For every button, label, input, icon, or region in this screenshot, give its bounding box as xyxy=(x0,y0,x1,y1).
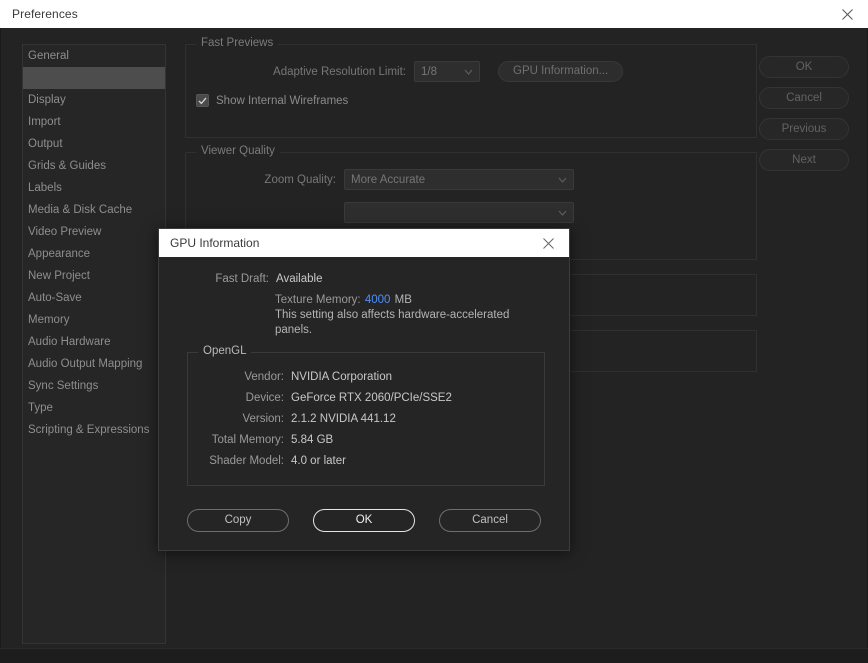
adaptive-resolution-row: Adaptive Resolution Limit: 1/8 GPU Infor… xyxy=(196,61,746,82)
sidebar-item-labels[interactable]: Labels xyxy=(23,177,165,199)
opengl-version-value: 2.1.2 NVIDIA 441.12 xyxy=(291,413,396,425)
obscured-select[interactable] xyxy=(344,202,574,223)
next-button[interactable]: Next xyxy=(759,149,849,171)
opengl-total-memory-value: 5.84 GB xyxy=(291,434,333,446)
opengl-shader-model-row: Shader Model: 4.0 or later xyxy=(188,455,544,467)
close-icon[interactable] xyxy=(533,229,563,257)
chevron-down-icon xyxy=(464,66,473,78)
sidebar-item-sync-settings[interactable]: Sync Settings xyxy=(23,375,165,397)
fast-draft-value: Available xyxy=(276,273,322,285)
gpu-dialog-content: Fast Draft: Available Texture Memory: 40… xyxy=(159,257,569,550)
texture-memory-label: Texture Memory: xyxy=(275,294,361,306)
show-internal-wireframes-row[interactable]: Show Internal Wireframes xyxy=(196,94,746,107)
opengl-version-label: Version: xyxy=(188,413,291,425)
opengl-total-memory-row: Total Memory: 5.84 GB xyxy=(188,434,544,446)
sidebar-item-media-and-disk-cache[interactable]: Media & Disk Cache xyxy=(23,199,165,221)
ok-button[interactable]: OK xyxy=(313,509,415,532)
gpu-information-button[interactable]: GPU Information... xyxy=(498,61,623,82)
sidebar-item-new-project[interactable]: New Project xyxy=(23,265,165,287)
sidebar-item-import[interactable]: Import xyxy=(23,111,165,133)
zoom-quality-select[interactable]: More Accurate xyxy=(344,169,574,190)
group-title-viewer-quality: Viewer Quality xyxy=(196,145,280,157)
sidebar-item-output[interactable]: Output xyxy=(23,133,165,155)
preferences-category-list[interactable]: General Display Import Output Grids & Gu… xyxy=(22,44,166,644)
page-title: Preferences xyxy=(12,7,78,21)
fast-draft-row: Fast Draft: Available xyxy=(173,273,555,285)
sidebar-item-appearance[interactable]: Appearance xyxy=(23,243,165,265)
texture-memory-unit: MB xyxy=(395,294,412,306)
preferences-titlebar: Preferences xyxy=(0,0,868,28)
gpu-dialog-title: GPU Information xyxy=(170,236,259,250)
texture-memory-block: Texture Memory: 4000 MB This setting als… xyxy=(275,294,555,338)
texture-memory-row: Texture Memory: 4000 MB xyxy=(275,294,555,306)
sidebar-item-memory[interactable]: Memory xyxy=(23,309,165,331)
texture-memory-note: This setting also affects hardware-accel… xyxy=(275,308,525,338)
sidebar-item-auto-save[interactable]: Auto-Save xyxy=(23,287,165,309)
gpu-dialog-buttons: Copy OK Cancel xyxy=(187,508,541,532)
opengl-version-row: Version: 2.1.2 NVIDIA 441.12 xyxy=(188,413,544,425)
chevron-down-icon xyxy=(558,174,567,186)
preferences-body: General Display Import Output Grids & Gu… xyxy=(0,28,868,663)
preferences-window: Preferences General Display Import Outpu… xyxy=(0,0,868,663)
zoom-quality-value: More Accurate xyxy=(351,174,425,186)
cancel-button[interactable]: Cancel xyxy=(439,509,541,532)
sidebar-item-general[interactable]: General xyxy=(23,45,165,67)
opengl-vendor-label: Vendor: xyxy=(188,371,291,383)
sidebar-item-audio-output-mapping[interactable]: Audio Output Mapping xyxy=(23,353,165,375)
dialog-action-buttons: OK Cancel Previous Next xyxy=(759,56,849,180)
sidebar-item-scripting-and-expressions[interactable]: Scripting & Expressions xyxy=(23,419,165,441)
group-opengl: OpenGL Vendor: NVIDIA Corporation Device… xyxy=(187,352,545,486)
zoom-quality-row: Zoom Quality: More Accurate xyxy=(196,169,746,190)
group-title-opengl: OpenGL xyxy=(198,345,251,357)
opengl-device-label: Device: xyxy=(188,392,291,404)
obscured-quality-row xyxy=(196,202,746,223)
ok-button[interactable]: OK xyxy=(759,56,849,78)
check-icon xyxy=(198,97,207,105)
opengl-vendor-row: Vendor: NVIDIA Corporation xyxy=(188,371,544,383)
fast-draft-label: Fast Draft: xyxy=(173,273,276,285)
opengl-shader-model-value: 4.0 or later xyxy=(291,455,346,467)
sidebar-item-selected[interactable] xyxy=(23,67,165,89)
show-internal-wireframes-checkbox[interactable] xyxy=(196,94,209,107)
show-internal-wireframes-label: Show Internal Wireframes xyxy=(216,95,348,107)
group-title-fast-previews: Fast Previews xyxy=(196,37,278,49)
cancel-button[interactable]: Cancel xyxy=(759,87,849,109)
opengl-device-row: Device: GeForce RTX 2060/PCIe/SSE2 xyxy=(188,392,544,404)
group-fast-previews: Fast Previews Adaptive Resolution Limit:… xyxy=(185,44,757,138)
opengl-device-value: GeForce RTX 2060/PCIe/SSE2 xyxy=(291,392,452,404)
previous-button[interactable]: Previous xyxy=(759,118,849,140)
adaptive-resolution-value: 1/8 xyxy=(421,66,437,78)
gpu-dialog-titlebar: GPU Information xyxy=(159,229,569,257)
adaptive-resolution-select[interactable]: 1/8 xyxy=(414,61,480,82)
chevron-down-icon xyxy=(558,207,567,219)
texture-memory-input[interactable]: 4000 xyxy=(364,294,392,306)
sidebar-item-type[interactable]: Type xyxy=(23,397,165,419)
zoom-quality-label: Zoom Quality: xyxy=(196,174,336,186)
close-icon[interactable] xyxy=(832,0,862,28)
adaptive-resolution-label: Adaptive Resolution Limit: xyxy=(196,66,406,78)
sidebar-item-display[interactable]: Display xyxy=(23,89,165,111)
desktop-bottom-strip xyxy=(0,648,868,663)
copy-button[interactable]: Copy xyxy=(187,509,289,532)
opengl-total-memory-label: Total Memory: xyxy=(188,434,291,446)
gpu-information-dialog: GPU Information Fast Draft: Available Te… xyxy=(158,228,570,551)
opengl-vendor-value: NVIDIA Corporation xyxy=(291,371,392,383)
opengl-shader-model-label: Shader Model: xyxy=(188,455,291,467)
sidebar-item-video-preview[interactable]: Video Preview xyxy=(23,221,165,243)
sidebar-item-grids-and-guides[interactable]: Grids & Guides xyxy=(23,155,165,177)
sidebar-item-audio-hardware[interactable]: Audio Hardware xyxy=(23,331,165,353)
